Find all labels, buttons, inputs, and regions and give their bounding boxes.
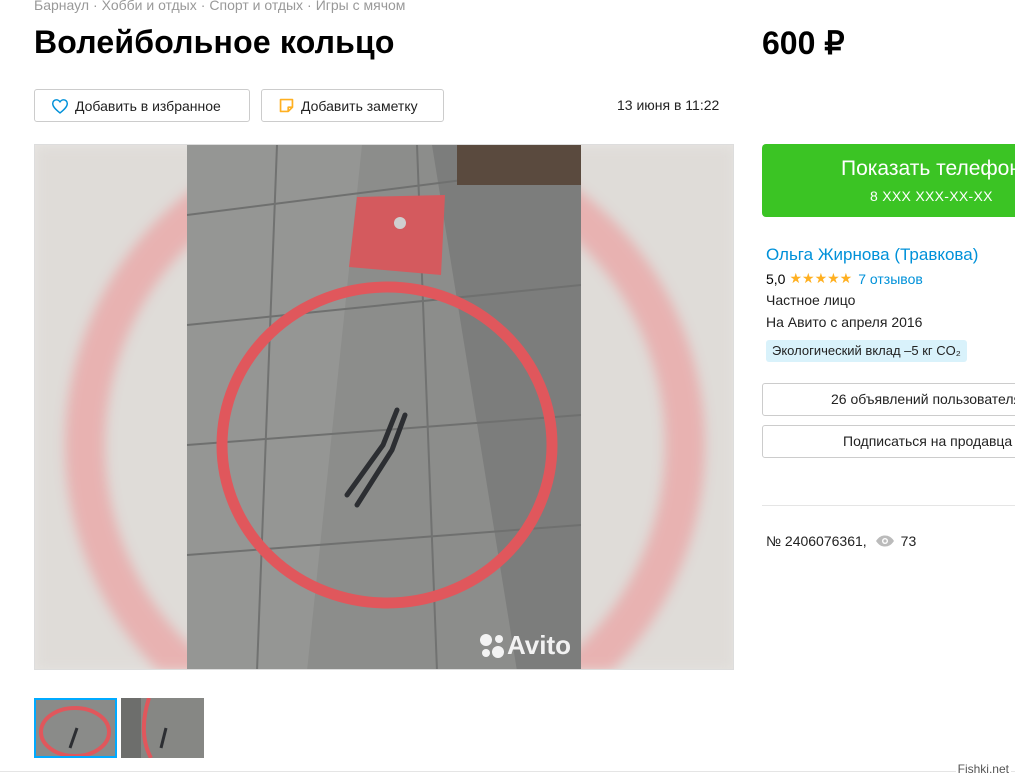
- rating-value: 5,0: [766, 270, 786, 287]
- show-phone-button[interactable]: Показать телефон 8 XXX XXX-XX-XX: [762, 144, 1015, 217]
- publish-date: 13 июня в 11:22: [617, 97, 720, 113]
- seller-name-link[interactable]: Ольга Жирнова (Травкова): [766, 245, 978, 265]
- breadcrumb-item[interactable]: Спорт и отдых: [209, 0, 303, 13]
- breadcrumb-separator: ·: [200, 0, 206, 13]
- phone-mask: 8 XXX XXX-XX-XX: [870, 188, 993, 204]
- seller-rating: 5,0 ★★★★★ 7 отзывов: [766, 270, 923, 287]
- breadcrumb-separator: ·: [92, 0, 98, 13]
- views-count: 73: [900, 533, 917, 549]
- avito-watermark: Avito: [477, 630, 571, 661]
- heart-icon: [51, 98, 69, 114]
- photo-gallery[interactable]: Avito: [34, 144, 734, 670]
- listing-number: № 2406076361,: [766, 533, 867, 549]
- note-icon: [279, 98, 294, 113]
- add-favorite-button[interactable]: Добавить в избранное: [34, 89, 250, 122]
- breadcrumb-item[interactable]: Игры с мячом: [316, 0, 406, 13]
- seller-type: Частное лицо: [766, 292, 856, 308]
- bottom-divider: [0, 771, 1015, 772]
- thumbnail-strip: [34, 698, 204, 758]
- site-watermark: Fishki.net: [955, 762, 1011, 776]
- breadcrumb-separator: ·: [307, 0, 312, 13]
- seller-since: На Авито с апреля 2016: [766, 314, 923, 330]
- breadcrumb-item[interactable]: Барнаул: [34, 0, 89, 13]
- breadcrumb: Барнаул · Хобби и отдых · Спорт и отдых · Игры…: [34, 0, 405, 13]
- listing-meta: № 2406076361, 73: [766, 533, 916, 549]
- subscribe-seller-button[interactable]: Подписаться на продавца: [762, 425, 1015, 458]
- show-phone-label: Показать телефон: [841, 157, 1015, 180]
- avito-logo-icon: [479, 633, 504, 658]
- add-note-button[interactable]: Добавить заметку: [261, 89, 444, 122]
- breadcrumb-item[interactable]: Хобби и отдых: [102, 0, 197, 13]
- add-favorite-label: Добавить в избранное: [75, 97, 221, 114]
- thumbnail-2[interactable]: [121, 698, 204, 758]
- star-rating-icon: ★★★★★: [789, 270, 853, 286]
- main-photo[interactable]: Avito: [187, 145, 581, 669]
- reviews-link[interactable]: 7 отзывов: [858, 271, 923, 287]
- thumbnail-1[interactable]: [34, 698, 117, 758]
- page-title: Волейбольное кольцо: [34, 24, 395, 60]
- eye-icon: [875, 535, 894, 547]
- eco-contribution-badge[interactable]: Экологический вклад –5 кг CO₂: [766, 340, 967, 362]
- price: 600 ₽: [762, 25, 845, 61]
- watermark-text: Avito: [506, 630, 571, 660]
- divider: [762, 505, 1015, 506]
- add-note-label: Добавить заметку: [301, 97, 418, 114]
- seller-ads-button[interactable]: 26 объявлений пользователя: [762, 383, 1015, 416]
